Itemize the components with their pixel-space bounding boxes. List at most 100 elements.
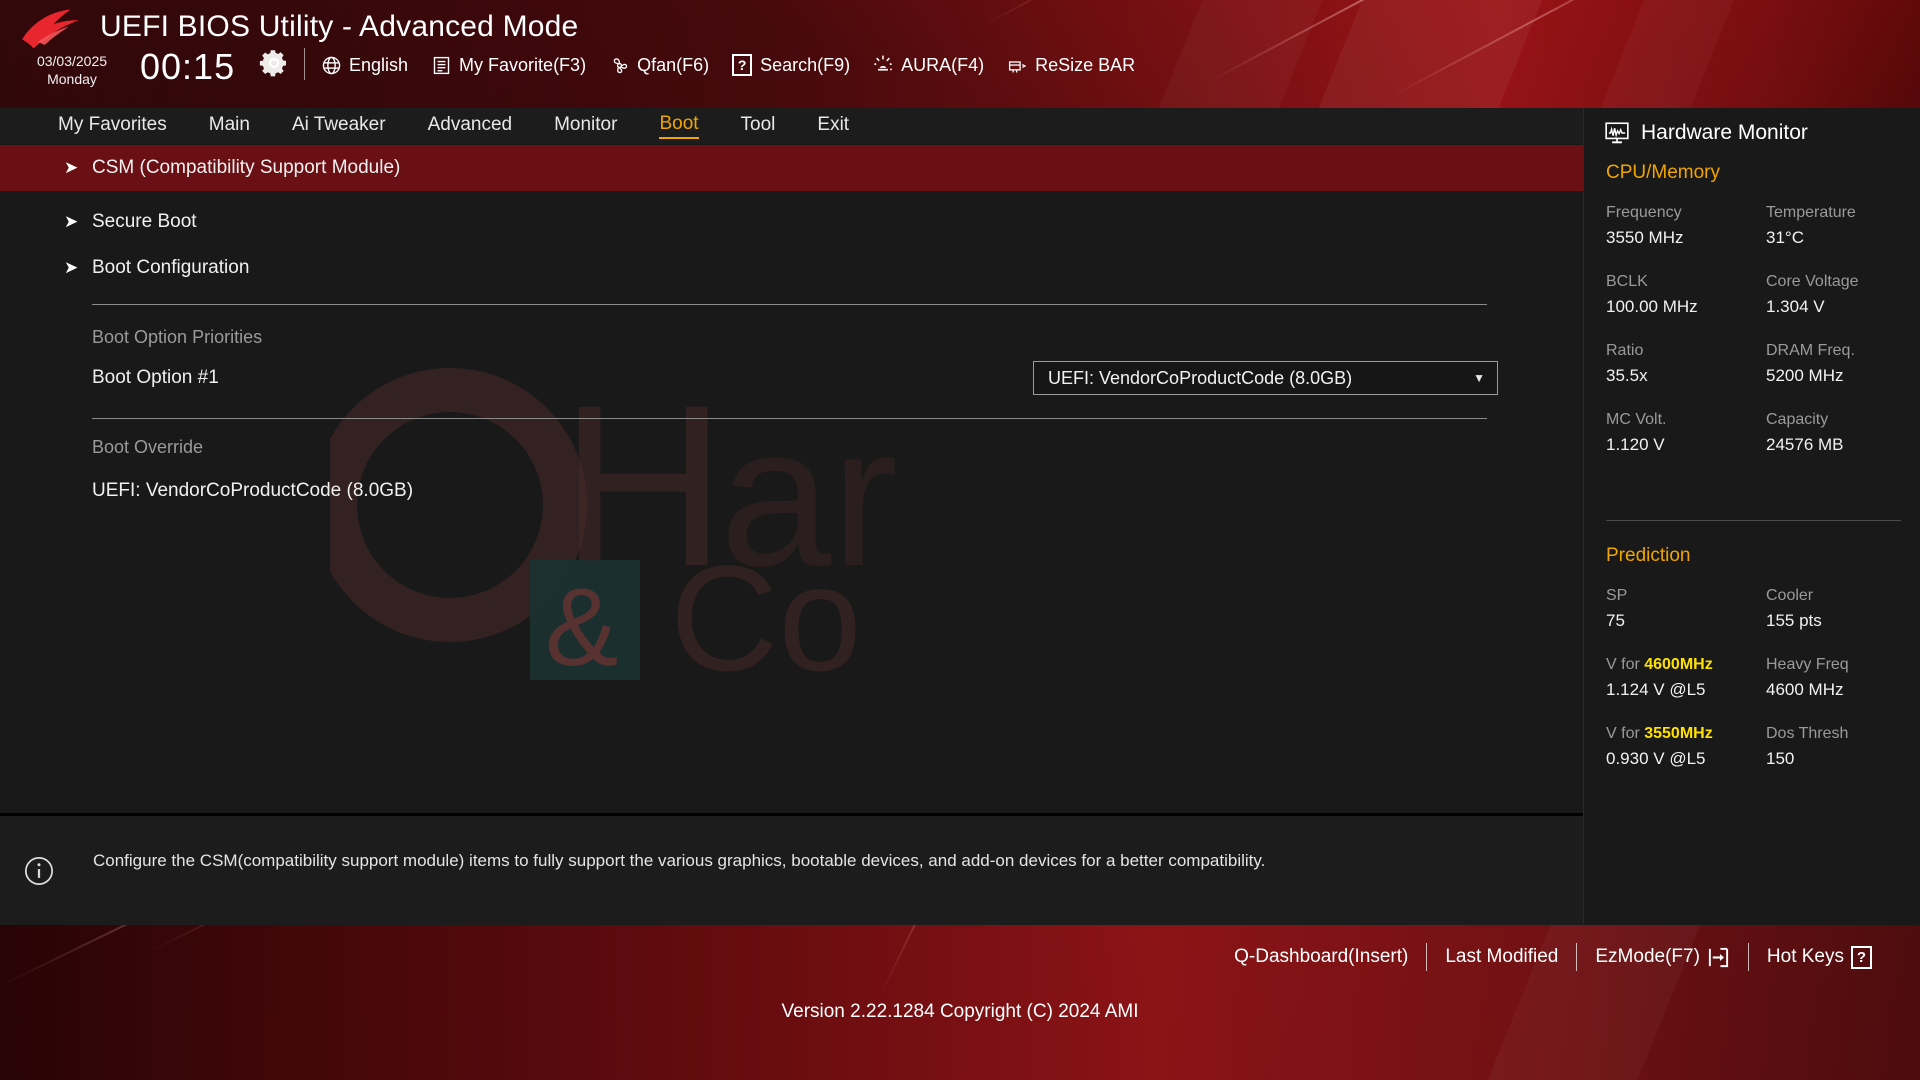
tab-tool[interactable]: Tool [741, 114, 776, 138]
hw-value: 0.930 V @L5 [1606, 749, 1706, 768]
q-dashboard-label: Q-Dashboard(Insert) [1234, 946, 1409, 967]
hw-section-divider [1606, 520, 1901, 521]
header-divider [304, 48, 305, 80]
hw-section-prediction-grid: SP 75 Cooler 155 pts V for 4600MHz 1.124… [1606, 584, 1906, 791]
app-footer: Q-Dashboard(Insert) Last Modified EzMode… [0, 925, 1920, 1080]
hw-cell-ratio: Ratio 35.5x [1606, 339, 1766, 388]
rog-logo-icon [22, 9, 79, 49]
hw-cell-capacity: Capacity 24576 MB [1766, 408, 1906, 457]
question-box-icon: ? [731, 54, 753, 76]
svg-text:Co: Co [670, 534, 862, 702]
list-document-icon [430, 54, 452, 76]
bios-version-text: Version 2.22.1284 Copyright (C) 2024 AMI [781, 1001, 1139, 1022]
chevron-right-icon: ➤ [64, 158, 79, 177]
footer-streak-2 [139, 925, 411, 957]
hw-section-prediction-title: Prediction [1606, 545, 1691, 566]
hw-key: Capacity [1766, 411, 1829, 428]
system-date: 03/03/2025 Monday [24, 52, 120, 88]
resize-bar-icon [1006, 54, 1028, 76]
hw-value: 31°C [1766, 228, 1804, 247]
chevron-right-icon: ➤ [64, 258, 79, 277]
header-decor-1 [1150, 0, 1331, 108]
tab-ai-tweaker[interactable]: Ai Tweaker [292, 114, 386, 138]
menu-item-boot-configuration[interactable]: ➤ Boot Configuration [0, 245, 1583, 291]
hardware-monitor-panel: Hardware Monitor CPU/Memory Frequency 35… [1583, 108, 1920, 925]
chevron-down-icon: ▼ [1473, 371, 1485, 385]
hw-cell-heavy-freq: Heavy Freq 4600 MHz [1766, 653, 1906, 702]
aura-button[interactable]: AURA(F4) [872, 48, 997, 82]
hw-key-highlight: 3550MHz [1644, 725, 1713, 742]
main-navigation: My Favorites Main Ai Tweaker Advanced Mo… [0, 108, 1583, 144]
footer-streak-3 [879, 925, 1022, 997]
hardware-monitor-title: Hardware Monitor [1604, 121, 1808, 145]
svg-text:&: & [545, 566, 618, 689]
hw-cell-v-for-4600: V for 4600MHz 1.124 V @L5 [1606, 653, 1766, 702]
hw-value: 100.00 MHz [1606, 297, 1698, 316]
hw-value: 75 [1606, 611, 1625, 630]
hw-key: Frequency [1606, 204, 1682, 221]
tab-boot[interactable]: Boot [659, 113, 699, 139]
gear-icon[interactable] [258, 47, 290, 79]
hot-keys-label: Hot Keys [1766, 946, 1844, 967]
last-modified-button[interactable]: Last Modified [1427, 946, 1576, 968]
hw-key: Cooler [1766, 587, 1814, 604]
resize-bar-button[interactable]: ReSize BAR [1006, 48, 1148, 82]
hw-row: Frequency 3550 MHz Temperature 31°C [1606, 201, 1906, 250]
hw-cell-mc-volt: MC Volt. 1.120 V [1606, 408, 1766, 457]
my-favorite-button[interactable]: My Favorite(F3) [430, 48, 599, 82]
hot-keys-button[interactable]: Hot Keys ? [1749, 945, 1890, 969]
hw-key: MC Volt. [1606, 411, 1667, 428]
description-bar: Configure the CSM(compatibility support … [0, 813, 1583, 925]
tab-advanced[interactable]: Advanced [428, 114, 513, 138]
footer-streak-1 [0, 925, 342, 987]
hw-section-cpu-memory-grid: Frequency 3550 MHz Temperature 31°C BCLK… [1606, 201, 1906, 477]
hw-value: 1.124 V @L5 [1606, 680, 1706, 699]
boot-override-heading: Boot Override [92, 437, 204, 457]
hw-row: V for 4600MHz 1.124 V @L5 Heavy Freq 460… [1606, 653, 1906, 702]
header-decor-3 [1592, 0, 1739, 108]
hw-value: 3550 MHz [1606, 228, 1684, 247]
hw-cell-v-for-3550: V for 3550MHz 0.930 V @L5 [1606, 722, 1766, 771]
resize-bar-label: ReSize BAR [1035, 54, 1136, 75]
hw-section-cpu-memory-title: CPU/Memory [1606, 162, 1721, 183]
ezmode-button[interactable]: EzMode(F7) [1577, 946, 1748, 969]
tab-main[interactable]: Main [209, 114, 250, 138]
date-value: 03/03/2025 [36, 53, 108, 69]
hw-row: V for 3550MHz 0.930 V @L5 Dos Thresh 150 [1606, 722, 1906, 771]
hw-cell-frequency: Frequency 3550 MHz [1606, 201, 1766, 250]
qfan-button[interactable]: Qfan(F6) [608, 48, 722, 82]
section-divider [92, 304, 1487, 305]
language-button[interactable]: English [320, 48, 421, 82]
exit-arrow-icon [1708, 947, 1728, 967]
hw-key: V for 3550MHz [1606, 722, 1766, 746]
menu-item-boot-config-label: Boot Configuration [92, 257, 250, 278]
hw-cell-dram-freq: DRAM Freq. 5200 MHz [1766, 339, 1906, 388]
tab-exit[interactable]: Exit [817, 114, 849, 138]
hw-value: 5200 MHz [1766, 366, 1844, 385]
hw-cell-temperature: Temperature 31°C [1766, 201, 1906, 250]
hw-row: SP 75 Cooler 155 pts [1606, 584, 1906, 633]
hw-key: Dos Thresh [1766, 725, 1849, 742]
tab-monitor[interactable]: Monitor [554, 114, 617, 138]
hw-key: Heavy Freq [1766, 656, 1849, 673]
boot-option-1-dropdown[interactable]: UEFI: VendorCoProductCode (8.0GB) ▼ [1033, 361, 1498, 395]
hw-key: V for 4600MHz [1606, 653, 1766, 677]
menu-item-csm[interactable]: ➤ CSM (Compatibility Support Module) [0, 145, 1583, 191]
boot-option-1-row: Boot Option #1 UEFI: VendorCoProductCode… [0, 356, 1583, 400]
hw-value: 1.304 V [1766, 297, 1825, 316]
hw-row: Ratio 35.5x DRAM Freq. 5200 MHz [1606, 339, 1906, 388]
boot-override-item[interactable]: UEFI: VendorCoProductCode (8.0GB) [0, 480, 1583, 502]
qfan-label: Qfan(F6) [637, 54, 710, 75]
hw-key: Ratio [1606, 342, 1644, 359]
hw-cell-cooler: Cooler 155 pts [1766, 584, 1906, 633]
hw-cell-sp: SP 75 [1606, 584, 1766, 633]
hw-cell-core-voltage: Core Voltage 1.304 V [1766, 270, 1906, 319]
q-dashboard-button[interactable]: Q-Dashboard(Insert) [1216, 946, 1426, 968]
ezmode-label: EzMode(F7) [1595, 946, 1700, 967]
header-toolbar: English My Favorite(F3) Qfan(F6) ? Searc… [320, 48, 1157, 82]
hw-row: MC Volt. 1.120 V Capacity 24576 MB [1606, 408, 1906, 457]
search-button[interactable]: ? Search(F9) [731, 48, 863, 82]
chevron-right-icon: ➤ [64, 212, 79, 231]
tab-my-favorites[interactable]: My Favorites [58, 114, 167, 138]
menu-item-secure-boot[interactable]: ➤ Secure Boot [0, 199, 1583, 245]
